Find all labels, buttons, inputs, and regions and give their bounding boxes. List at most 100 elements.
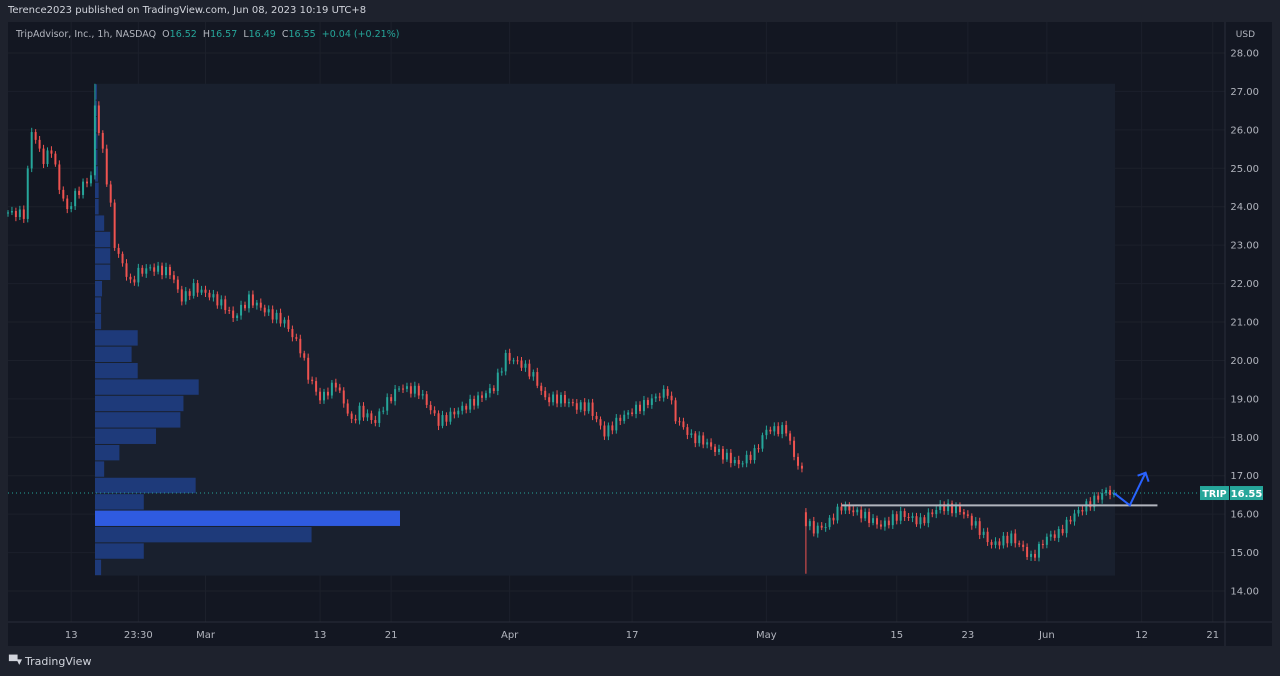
candle-up [247, 294, 250, 309]
candle-up [137, 267, 140, 283]
candle-down [986, 531, 989, 543]
candle-up [504, 352, 507, 372]
candle-up [70, 206, 73, 210]
candle-down [1034, 553, 1036, 558]
candle-down [686, 427, 689, 435]
candle-down [42, 148, 45, 165]
candle-up [911, 516, 914, 518]
candle-up [283, 319, 286, 324]
candle-down [1014, 533, 1017, 544]
candle-down [172, 275, 175, 280]
candle-down [852, 510, 855, 513]
candle-down [319, 391, 322, 401]
candle-down [161, 265, 164, 276]
candle-down [141, 267, 144, 274]
candle-down [682, 421, 685, 428]
candle-up [220, 299, 223, 306]
price-tick-label: 18.00 [1230, 433, 1259, 444]
candle-up [725, 452, 728, 460]
candle-down [153, 267, 156, 272]
candle-down [326, 391, 329, 396]
low-value: 16.49 [248, 29, 276, 40]
candle-up [627, 412, 630, 415]
candle-up [856, 509, 859, 513]
time-tick-label: 23:30 [124, 630, 153, 641]
candle-down [291, 329, 294, 338]
candle-down [749, 454, 752, 461]
volume-profile-row [95, 297, 102, 313]
candle-down [785, 425, 788, 434]
candle-up [1065, 519, 1068, 534]
candle-down [263, 307, 266, 313]
candle-up [496, 372, 499, 391]
candle-down [737, 459, 740, 465]
candle-down [251, 294, 254, 306]
candle-down [216, 294, 219, 306]
candle-down [1061, 529, 1064, 534]
candle-up [7, 212, 9, 214]
volume-profile-row [95, 379, 199, 395]
candle-up [532, 372, 535, 377]
candle-down [113, 202, 116, 248]
candle-up [864, 511, 867, 519]
time-tick-label: 23 [961, 630, 974, 641]
candle-down [429, 404, 432, 411]
candle-down [311, 379, 314, 382]
candle-up [165, 267, 167, 276]
candle-up [200, 289, 203, 293]
candle-up [398, 388, 401, 390]
candle-down [895, 514, 898, 521]
candle-down [445, 415, 448, 422]
price-chart[interactable]: USD 28.00 27.00 26.00 25.00 24.00 23.00 22.00 21… [0, 0, 1280, 676]
candle-down [508, 352, 511, 361]
symbol-name[interactable]: TripAdvisor, Inc., 1h, NASDAQ [16, 29, 156, 40]
candle-down [34, 132, 37, 140]
candle-up [974, 521, 977, 526]
candle-up [477, 395, 480, 406]
candle-down [516, 360, 519, 362]
candle-up [718, 448, 720, 453]
candle-down [595, 415, 598, 420]
candle-down [962, 512, 965, 515]
price-tick-label: 22.00 [1230, 279, 1259, 290]
candle-down [86, 181, 88, 184]
candle-down [840, 506, 843, 511]
candle-up [919, 517, 922, 525]
candle-down [646, 400, 649, 405]
volume-profile-row [95, 231, 111, 248]
candle-down [453, 411, 456, 415]
candle-down [1109, 490, 1112, 495]
candle-up [690, 433, 693, 435]
volume-profile-row [95, 412, 181, 428]
candle-down [1041, 543, 1044, 545]
candle-up [994, 541, 997, 545]
volume-profile-row [95, 494, 144, 510]
candle-down [575, 403, 578, 410]
candle-down [354, 418, 357, 421]
candle-down [133, 279, 136, 283]
candle-down [804, 512, 807, 527]
candle-up [836, 506, 839, 521]
candle-up [386, 397, 389, 411]
candle-up [157, 265, 160, 272]
time-tick-label: 12 [1135, 630, 1148, 641]
time-tick-label: Apr [501, 630, 519, 641]
brand-name: TradingView [24, 655, 92, 668]
candle-down [299, 338, 302, 354]
high-label: H [202, 29, 211, 40]
candle-up [741, 463, 744, 465]
candle-down [350, 413, 353, 419]
candle-down [315, 381, 318, 392]
candle-up [421, 394, 424, 396]
candle-up [662, 389, 665, 398]
candle-up [149, 267, 152, 269]
candle-up [184, 291, 187, 302]
candle-down [868, 511, 871, 523]
candle-down [777, 426, 780, 435]
volume-profile-row [95, 526, 312, 543]
candle-up [560, 394, 562, 404]
candle-down [978, 521, 981, 535]
candle-up [524, 363, 527, 368]
time-tick-label: 21 [1206, 630, 1219, 641]
candle-up [781, 425, 784, 435]
